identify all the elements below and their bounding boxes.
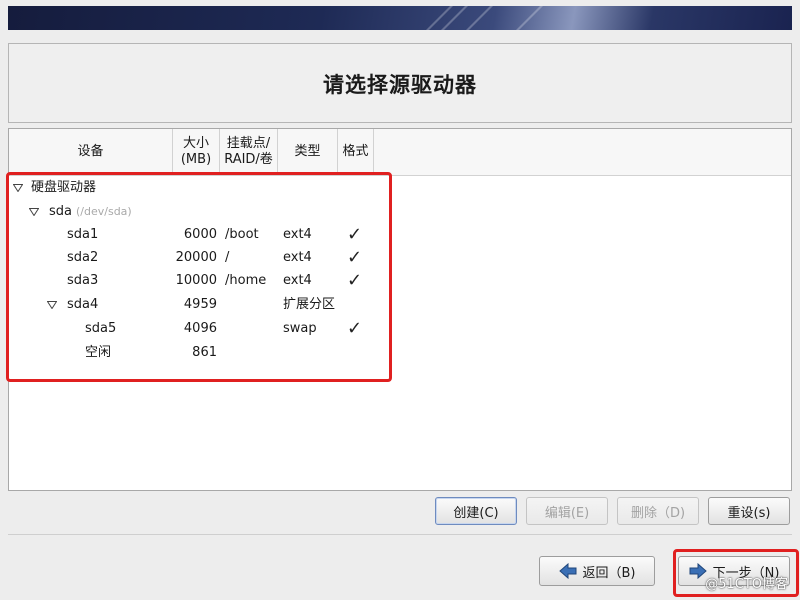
- highlight-box-partitions: [6, 172, 392, 382]
- column-header-device[interactable]: 设备: [9, 129, 173, 175]
- table-header: 设备 大小 (MB) 挂载点/RAID/卷 类型 格式: [9, 129, 791, 176]
- back-button[interactable]: 返回（B): [539, 556, 655, 586]
- create-button[interactable]: 创建(C): [435, 497, 517, 525]
- edit-button[interactable]: 编辑(E): [526, 497, 608, 525]
- column-header-type[interactable]: 类型: [278, 129, 338, 175]
- watermark: @51CTO博客: [705, 577, 788, 592]
- column-header-size[interactable]: 大小 (MB): [173, 129, 220, 175]
- divider: [8, 534, 792, 535]
- page-title: 请选择源驱动器: [323, 73, 477, 97]
- top-banner: [8, 6, 792, 30]
- column-header-mount[interactable]: 挂载点/RAID/卷: [220, 129, 278, 175]
- title-panel: 请选择源驱动器: [8, 43, 792, 123]
- delete-button[interactable]: 删除（D): [617, 497, 699, 525]
- back-arrow-icon: [558, 563, 576, 579]
- column-header-format[interactable]: 格式: [338, 129, 374, 175]
- reset-button[interactable]: 重设(s): [708, 497, 790, 525]
